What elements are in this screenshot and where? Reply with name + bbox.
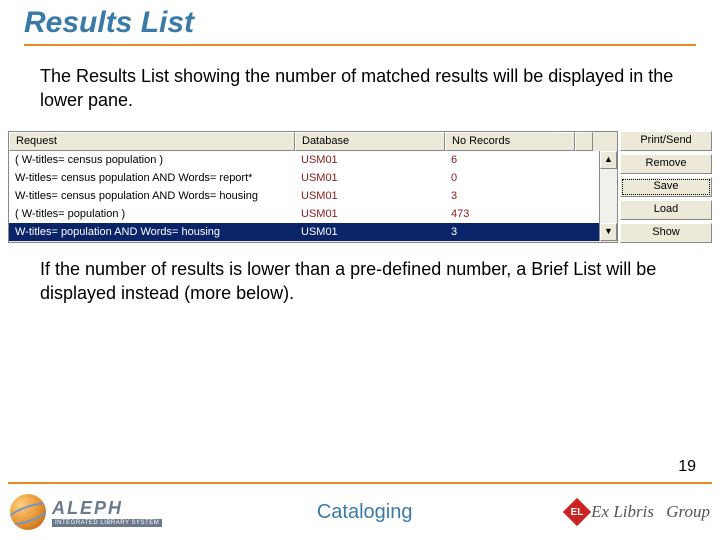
scroll-track[interactable]: [600, 169, 617, 223]
footer-divider: [8, 482, 712, 484]
cell-request: ( W-titles= census population ): [9, 153, 295, 167]
results-list-panel: Request Database No Records ( W-titles= …: [8, 131, 712, 243]
exlibris-badge-icon: EL: [563, 498, 591, 526]
page-number: 19: [678, 458, 696, 476]
cell-norecords: 3: [445, 225, 575, 239]
cell-norecords: 0: [445, 171, 575, 185]
table-row[interactable]: ( W-titles= population )USM01473: [9, 205, 599, 223]
table-row[interactable]: W-titles= population AND Words= housingU…: [9, 223, 599, 241]
col-database[interactable]: Database: [295, 132, 445, 151]
aleph-product-sub: INTEGRATED LIBRARY SYSTEM: [52, 519, 162, 527]
exlibris-suffix: Group: [666, 502, 710, 522]
aleph-orb-icon: [10, 494, 46, 530]
cell-request: W-titles= census population AND Words= r…: [9, 171, 295, 185]
table-row[interactable]: ( W-titles= census population )USM016: [9, 151, 599, 169]
footer-center-text: Cataloging: [162, 501, 567, 524]
cell-norecords: 473: [445, 207, 575, 221]
exlibris-logo: EL Ex Libris Group: [567, 502, 710, 522]
cell-request: W-titles= census population AND Words= h…: [9, 189, 295, 203]
scroll-up-icon[interactable]: ▲: [600, 151, 617, 169]
action-button-column: Print/Send Remove Save Load Show: [620, 131, 712, 243]
aleph-logo: ALEPH INTEGRATED LIBRARY SYSTEM: [10, 494, 162, 530]
remove-button[interactable]: Remove: [620, 154, 712, 174]
aleph-product-name: ALEPH: [52, 498, 162, 519]
table-row[interactable]: W-titles= census population AND Words= r…: [9, 169, 599, 187]
save-button[interactable]: Save: [620, 177, 712, 197]
load-button[interactable]: Load: [620, 200, 712, 220]
cell-request: W-titles= population AND Words= housing: [9, 225, 295, 239]
cell-request: ( W-titles= population ): [9, 207, 295, 221]
show-button[interactable]: Show: [620, 223, 712, 243]
cell-database: USM01: [295, 225, 445, 239]
grid-header-row: Request Database No Records: [9, 132, 617, 151]
exlibris-prefix: Ex Libris: [591, 502, 654, 522]
slide-title: Results List: [0, 0, 720, 40]
slide-footer: ALEPH INTEGRATED LIBRARY SYSTEM Catalogi…: [0, 482, 720, 540]
scrollbar-header: [575, 132, 593, 151]
print-send-button[interactable]: Print/Send: [620, 131, 712, 151]
cell-database: USM01: [295, 189, 445, 203]
vertical-scrollbar[interactable]: ▲ ▼: [599, 151, 617, 241]
outro-text: If the number of results is lower than a…: [0, 243, 720, 306]
cell-database: USM01: [295, 171, 445, 185]
scroll-down-icon[interactable]: ▼: [600, 223, 617, 241]
cell-database: USM01: [295, 153, 445, 167]
cell-norecords: 6: [445, 153, 575, 167]
grid-body: ( W-titles= census population )USM016W-t…: [9, 151, 599, 241]
table-row[interactable]: W-titles= census population AND Words= h…: [9, 187, 599, 205]
intro-text: The Results List showing the number of m…: [0, 46, 720, 113]
cell-database: USM01: [295, 207, 445, 221]
cell-norecords: 3: [445, 189, 575, 203]
results-grid: Request Database No Records ( W-titles= …: [8, 131, 618, 243]
col-request[interactable]: Request: [9, 132, 295, 151]
col-norecords[interactable]: No Records: [445, 132, 575, 151]
